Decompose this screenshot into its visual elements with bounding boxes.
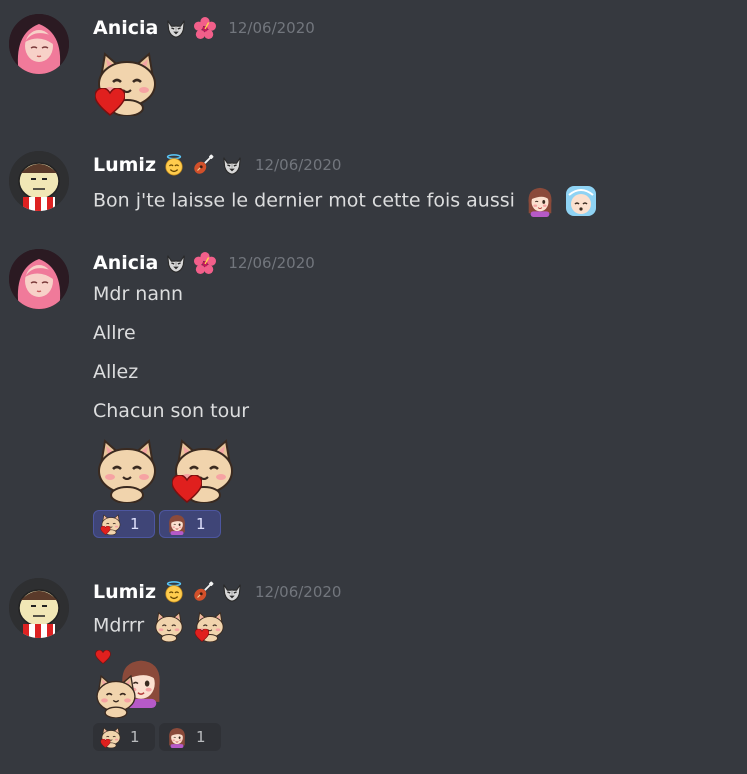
reaction-count: 1 <box>130 515 140 533</box>
message-header: Anicia 12/06/2020 <box>93 14 315 42</box>
reaction-count: 1 <box>196 728 206 746</box>
angel-emoji-icon <box>163 154 185 176</box>
message-text-line: Mdrrr <box>93 610 226 642</box>
avatar[interactable] <box>9 249 69 309</box>
message-text: Allez <box>93 361 139 383</box>
reaction-button[interactable]: 1 <box>93 510 155 538</box>
username[interactable]: Lumiz <box>93 154 156 176</box>
message: Anicia 12/06/2020 <box>0 14 747 124</box>
avatar[interactable] <box>9 578 69 638</box>
pink-hair-avatar-icon <box>9 14 69 74</box>
message-text: Chacun son tour <box>93 400 250 422</box>
username[interactable]: Anicia <box>93 252 158 274</box>
hibiscus-icon <box>194 17 216 39</box>
wolf-icon <box>221 581 243 603</box>
timestamp: 12/06/2020 <box>228 19 315 37</box>
reaction-button[interactable]: 1 <box>159 723 221 751</box>
cat-heart-emoji[interactable] <box>194 610 226 642</box>
girl-cat-hug-sticker[interactable] <box>93 646 167 720</box>
hibiscus-icon <box>194 252 216 274</box>
avatar[interactable] <box>9 14 69 74</box>
cat-heart-emoji <box>100 513 122 535</box>
baby-sleep-emoji[interactable] <box>565 185 597 217</box>
message: Lumiz 12/06/2020 Bon j'te laisse le dern… <box>0 151 747 221</box>
guitar-icon <box>192 581 214 603</box>
avatar[interactable] <box>9 151 69 211</box>
message-header: Lumiz 12/06/2020 <box>93 578 341 606</box>
message: Lumiz 12/06/2020 Mdrrr 1 1 <box>0 578 747 758</box>
cartoon-character-avatar-icon <box>9 151 69 211</box>
timestamp: 12/06/2020 <box>255 156 342 174</box>
girl-blush-emoji[interactable] <box>524 185 556 217</box>
message-text: Mdr nann <box>93 283 184 305</box>
reactions-bar: 1 1 <box>93 510 221 538</box>
wolf-icon <box>165 252 187 274</box>
username[interactable]: Lumiz <box>93 581 156 603</box>
message-header: Lumiz 12/06/2020 <box>93 151 341 179</box>
girl-hug-emoji <box>166 726 188 748</box>
message: Anicia 12/06/2020 Mdr nann Allre Allez C… <box>0 249 747 549</box>
angel-emoji-icon <box>163 581 185 603</box>
message-text: Bon j'te laisse le dernier mot cette foi… <box>93 189 515 212</box>
message-text-line: Bon j'te laisse le dernier mot cette foi… <box>93 185 597 217</box>
cat-heart-sticker[interactable] <box>170 435 238 503</box>
timestamp: 12/06/2020 <box>228 254 315 272</box>
cat-heart-sticker[interactable] <box>93 48 161 116</box>
cat-heart-emoji <box>100 726 122 748</box>
reactions-bar: 1 1 <box>93 723 221 751</box>
message-header: Anicia 12/06/2020 <box>93 249 315 277</box>
reaction-count: 1 <box>130 728 140 746</box>
message-text: Mdrrr <box>93 614 145 637</box>
cat-shy-emoji[interactable] <box>153 610 185 642</box>
guitar-icon <box>192 154 214 176</box>
reaction-button[interactable]: 1 <box>159 510 221 538</box>
cartoon-character-avatar-icon <box>9 578 69 638</box>
reaction-button[interactable]: 1 <box>93 723 155 751</box>
reaction-count: 1 <box>196 515 206 533</box>
girl-hug-emoji <box>166 513 188 535</box>
timestamp: 12/06/2020 <box>255 583 342 601</box>
wolf-icon <box>165 17 187 39</box>
message-text: Allre <box>93 322 136 344</box>
username[interactable]: Anicia <box>93 17 158 39</box>
cat-blush-sticker[interactable] <box>93 435 161 503</box>
pink-hair-avatar-icon <box>9 249 69 309</box>
wolf-icon <box>221 154 243 176</box>
